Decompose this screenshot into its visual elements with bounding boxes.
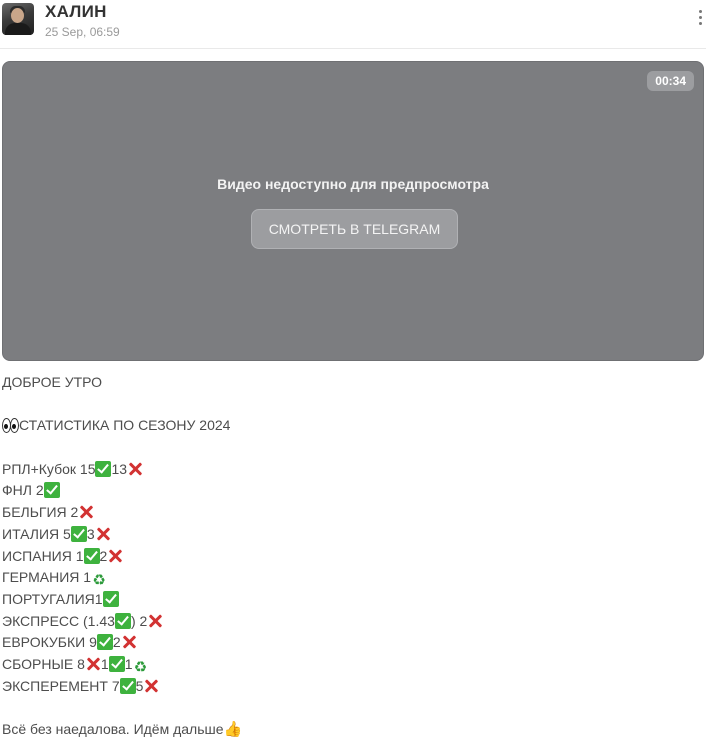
stat-row-italy: ИТАЛИЯ 53	[2, 524, 702, 546]
watch-in-telegram-button[interactable]: СМОТРЕТЬ В TELEGRAM	[251, 209, 458, 249]
post-header: ХАЛИН 25 Sep, 06:59	[0, 0, 706, 49]
cross-mark-icon	[143, 678, 159, 694]
stat-row-express: ЭКСПРЕСС (1.43) 2	[2, 611, 702, 633]
stat-row-eurocups: ЕВРОКУБКИ 92	[2, 632, 702, 654]
video-duration-badge: 00:34	[647, 71, 694, 91]
stat-row-fnl: ФНЛ 2	[2, 480, 702, 502]
stat-row-belgium: БЕЛЬГИЯ 2	[2, 502, 702, 524]
more-vertical-icon[interactable]	[696, 10, 704, 30]
eyes-icon	[2, 417, 19, 434]
post-body: ДОБРОЕ УТРО СТАТИСТИКА ПО СЕЗОНУ 2024 РП…	[2, 372, 702, 741]
cross-mark-icon	[121, 634, 137, 650]
cross-mark-icon	[85, 656, 101, 672]
cross-mark-icon	[127, 461, 143, 477]
channel-avatar[interactable]	[2, 3, 34, 35]
cross-mark-icon	[147, 613, 163, 629]
check-mark-icon	[43, 482, 60, 499]
stat-row-portugal: ПОРТУГАЛИЯ1	[2, 589, 702, 611]
greeting-line: ДОБРОЕ УТРО	[2, 374, 103, 390]
check-mark-icon	[95, 460, 112, 477]
post-timestamp: 25 Sep, 06:59	[45, 25, 120, 39]
check-mark-icon	[70, 525, 87, 542]
stat-row-national-teams: СБОРНЫЕ 8 1 1♻	[2, 655, 148, 676]
check-mark-icon	[108, 655, 125, 672]
stat-row-rpl: РПЛ+Кубок 15 13	[2, 459, 702, 481]
check-mark-icon	[96, 634, 113, 651]
stats-title-line: СТАТИСТИКА ПО СЕЗОНУ 2024	[2, 415, 702, 437]
check-mark-icon	[83, 547, 100, 564]
check-mark-icon	[114, 612, 131, 629]
recycle-icon: ♻	[133, 657, 148, 676]
channel-name[interactable]: ХАЛИН	[45, 2, 107, 22]
cross-mark-icon	[78, 504, 94, 520]
video-unavailable-text: Видео недоступно для предпросмотра	[217, 176, 489, 192]
stat-row-germany: ГЕРМАНИЯ 1♻	[2, 569, 106, 590]
thumbs-up-icon: 👍	[223, 720, 243, 738]
cross-mark-icon	[95, 526, 111, 542]
check-mark-icon	[119, 677, 136, 694]
stat-row-spain: ИСПАНИЯ 12	[2, 546, 702, 568]
stat-row-experiment: ЭКСПЕРЕМЕНТ 75	[2, 676, 702, 698]
recycle-icon: ♻	[92, 571, 106, 590]
check-mark-icon	[102, 590, 119, 607]
cross-mark-icon	[107, 548, 123, 564]
video-preview[interactable]: 00:34 Видео недоступно для предпросмотра…	[2, 61, 704, 361]
closing-line: Всё без наедалова. Идём дальше👍	[2, 720, 243, 738]
